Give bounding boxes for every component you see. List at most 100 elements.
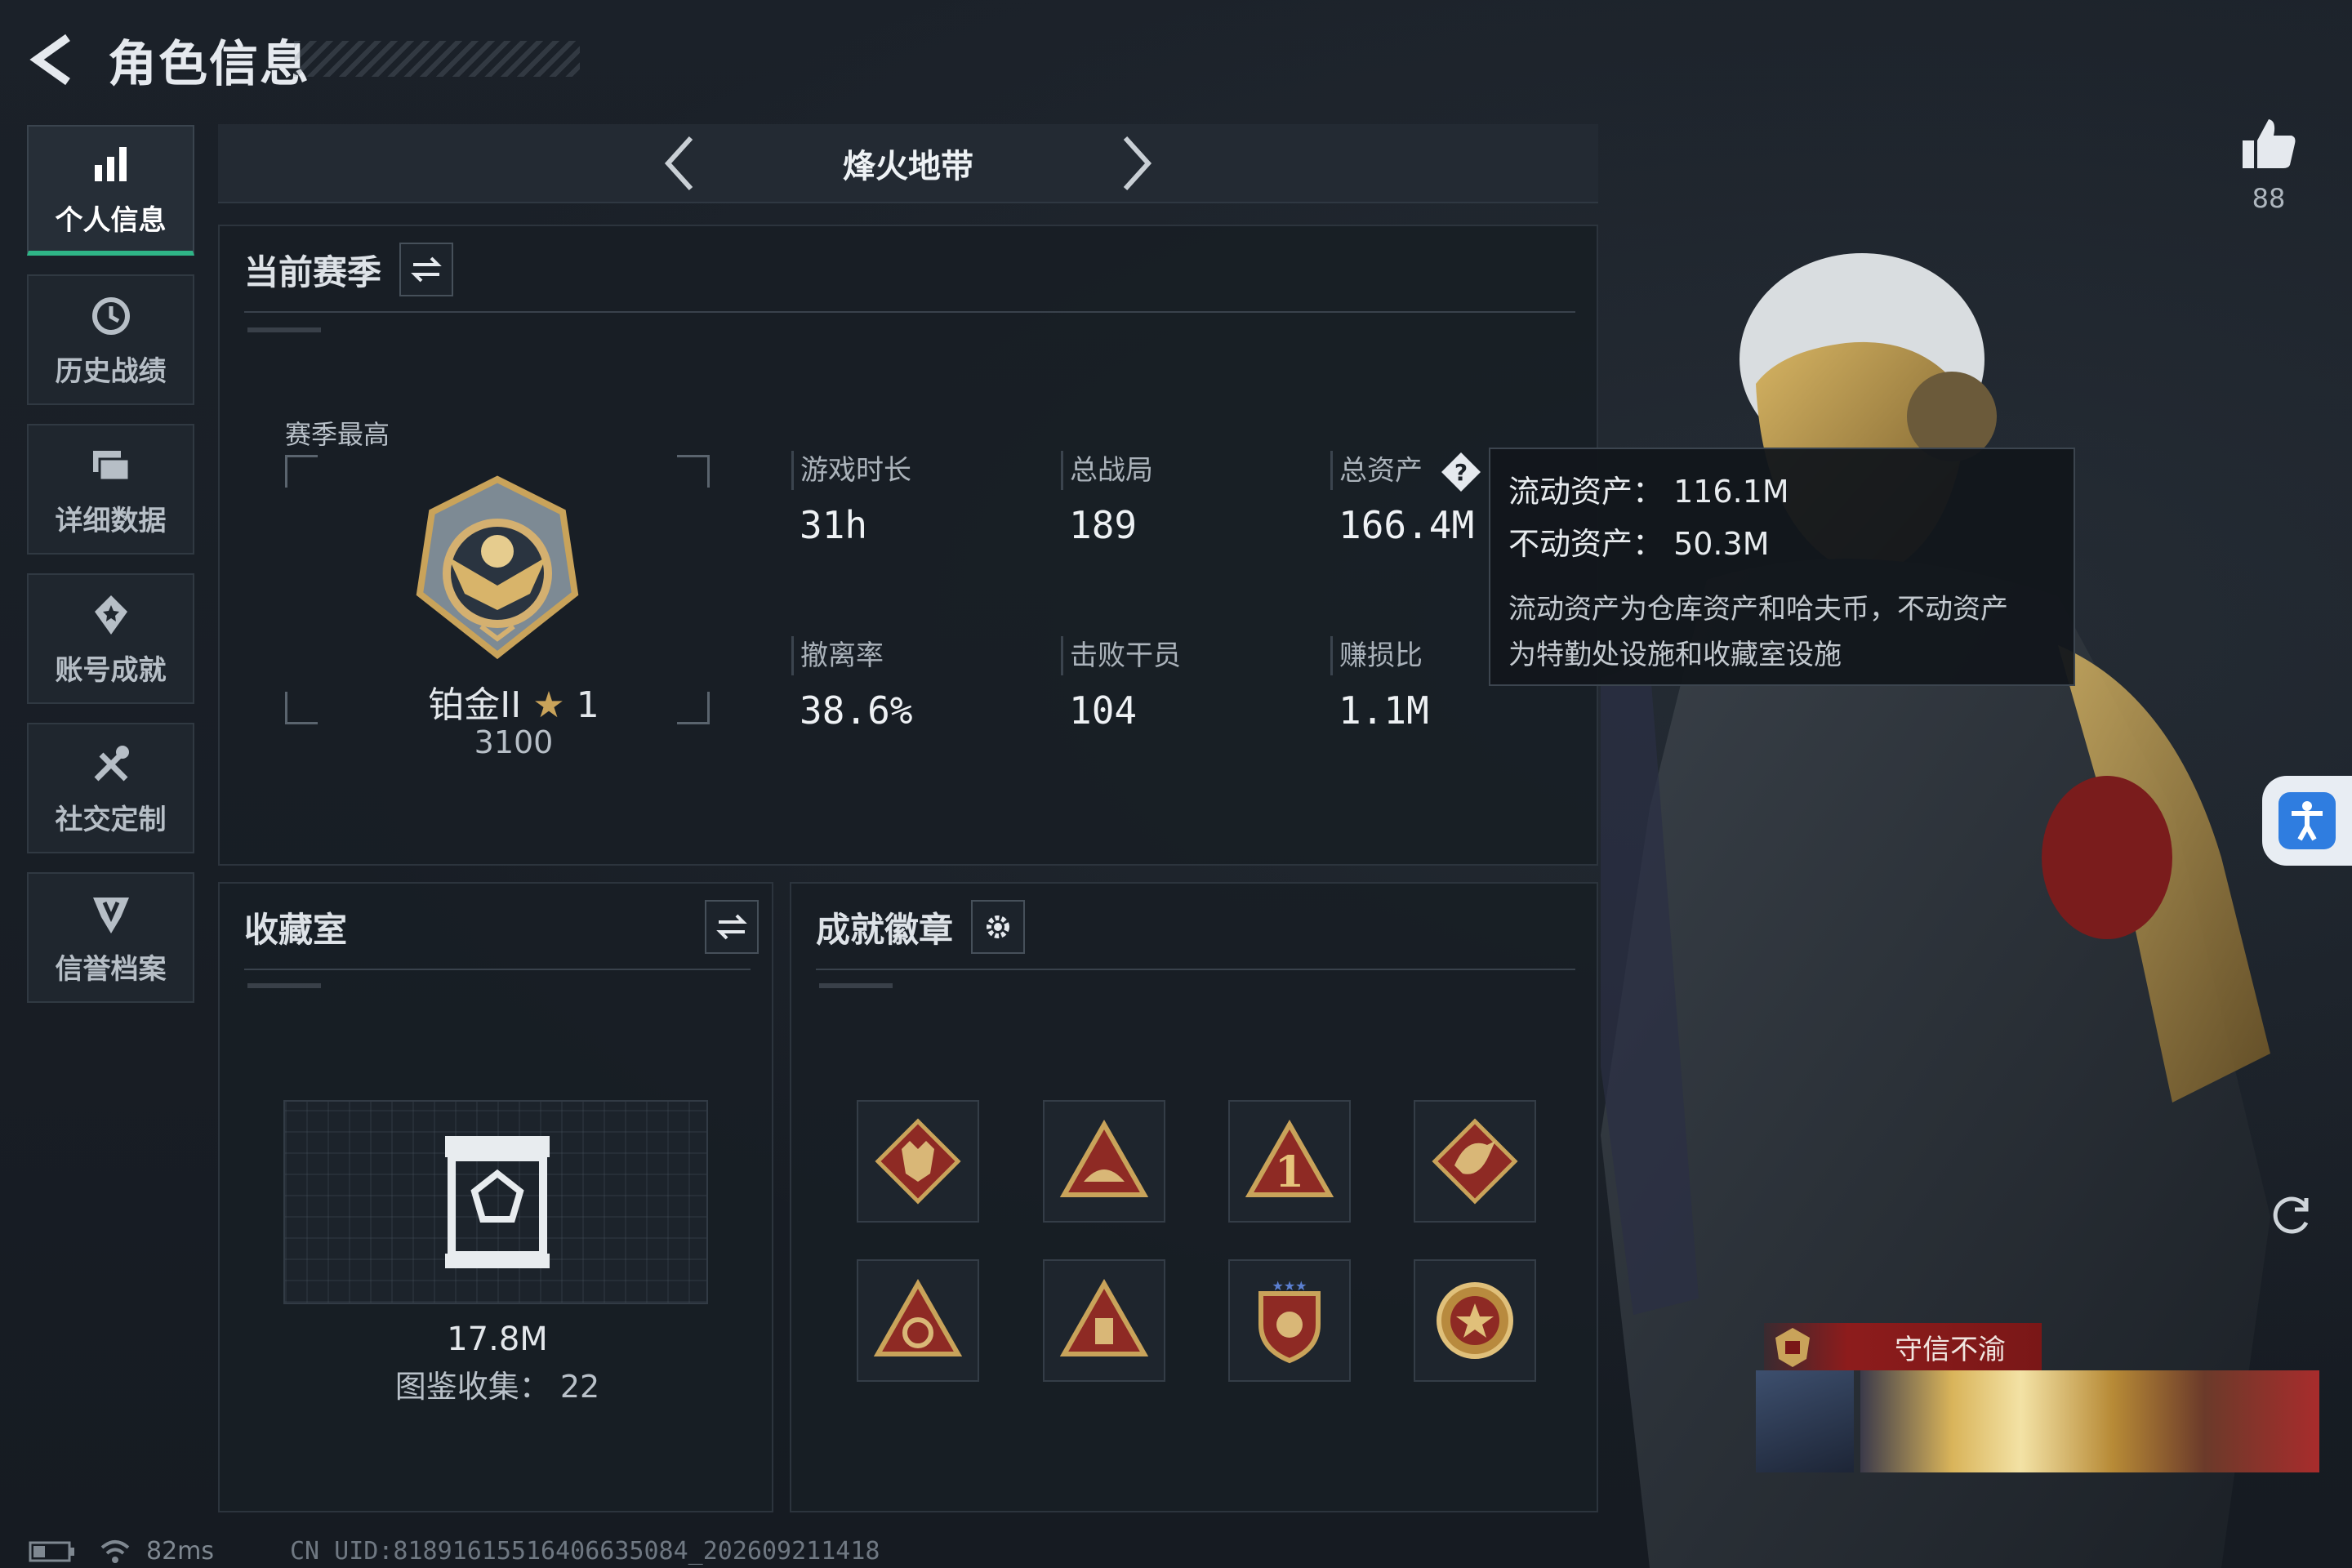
status-bar: 82ms — [29, 1537, 214, 1566]
cards-icon — [92, 450, 130, 481]
tooltip-liquid-assets: 流动资产： 116.1M — [1508, 474, 1789, 510]
rank-name: 铂金II ★ 1 — [383, 675, 644, 728]
rotate-button[interactable] — [2265, 1188, 2318, 1241]
badge-first-place[interactable]: 1 — [1228, 1100, 1351, 1223]
rotate-icon — [2273, 1196, 2309, 1234]
stat-value: 104 — [1069, 688, 1138, 733]
thumbs-up-icon — [2243, 119, 2296, 168]
honor-title-text: 守信不渝 — [1895, 1333, 2006, 1366]
next-mode-button[interactable] — [1112, 127, 1161, 200]
collection-panel: 收藏室 17.8M 图鉴收集： 22 — [218, 882, 773, 1512]
achievement-icon — [94, 595, 127, 635]
swap-icon — [411, 256, 442, 283]
mode-selector: 烽火地带 — [218, 124, 1598, 203]
honor-title-banner: 守信不渝 — [1764, 1323, 2042, 1370]
divider — [816, 969, 1575, 970]
stat-value: 38.6% — [800, 688, 913, 733]
badge-triangle-helmet[interactable] — [1043, 1100, 1165, 1223]
season-switch-button[interactable] — [399, 243, 454, 296]
tooltip-description-line: 为特勤处设施和收藏室设施 — [1508, 639, 1842, 671]
season-title: 当前赛季 — [244, 252, 382, 292]
badges-title: 成就徽章 — [816, 909, 954, 950]
star-medal-badge-icon — [1437, 1282, 1513, 1359]
prev-mode-button[interactable] — [655, 127, 704, 200]
sidebar-item-credit[interactable]: 信誉档案 — [27, 872, 194, 1003]
badge-shield-stars[interactable]: ★★★ — [1228, 1259, 1351, 1382]
back-arrow-icon[interactable] — [24, 31, 82, 88]
badge-tower[interactable] — [1043, 1259, 1165, 1382]
sidebar-item-label: 详细数据 — [55, 504, 167, 537]
collection-panel-header: 收藏室 — [244, 900, 759, 954]
accessibility-icon — [2278, 792, 2336, 849]
svg-text:1: 1 — [1275, 1147, 1304, 1197]
decorative-text — [247, 327, 321, 332]
sidebar-item-social[interactable]: 社交定制 — [27, 723, 194, 853]
svg-text:?: ? — [1454, 459, 1468, 486]
rank-name-text: 铂金II — [428, 684, 522, 726]
stat-value: 189 — [1069, 503, 1138, 547]
badges-panel-header: 成就徽章 — [816, 900, 1026, 954]
badge-emblem[interactable] — [857, 1259, 979, 1382]
sidebar-item-label: 个人信息 — [55, 203, 167, 237]
platinum-rank-emblem-icon — [416, 475, 579, 660]
stat-extraction-rate: 撤离率 38.6% — [791, 636, 1036, 733]
divider — [244, 311, 1575, 313]
bar-chart-icon — [94, 146, 127, 181]
stat-value: 1.1M — [1339, 688, 1429, 733]
mode-title: 烽火地带 — [843, 147, 973, 185]
stat-kills: 击败干员 104 — [1061, 636, 1306, 733]
wolf-badge-icon — [875, 1118, 961, 1205]
battery-icon — [29, 1541, 74, 1561]
badge-star-medal[interactable] — [1414, 1259, 1536, 1382]
name-card-banner[interactable] — [1860, 1370, 2319, 1472]
divider — [244, 969, 751, 970]
like-count: 88 — [2252, 183, 2286, 214]
avatar[interactable] — [1756, 1370, 1854, 1472]
wifi-icon — [100, 1539, 130, 1563]
display-case-icon — [445, 1136, 550, 1268]
collection-display[interactable] — [283, 1100, 708, 1304]
stat-play-time: 游戏时长 31h — [791, 451, 1036, 547]
collection-switch-button[interactable] — [705, 900, 759, 954]
collection-count: 图鉴收集： 22 — [394, 1369, 600, 1405]
asset-tooltip: 流动资产： 116.1M 不动资产： 50.3M 流动资产为仓库资产和哈夫币，不… — [1489, 448, 2075, 686]
sidebar-item-label: 信誉档案 — [55, 952, 167, 986]
stat-label: 总战局 — [1061, 451, 1306, 490]
triangle-badge-icon — [1059, 1119, 1149, 1197]
stat-label-text: 总资产 — [1339, 454, 1423, 488]
emblem-badge-icon — [873, 1278, 963, 1356]
collection-value: 17.8M — [447, 1321, 548, 1358]
like-button[interactable]: 88 — [2236, 114, 2301, 214]
sidebar-item-details[interactable]: 详细数据 — [27, 424, 194, 555]
badges-settings-button[interactable] — [971, 900, 1026, 954]
tools-icon — [94, 745, 129, 781]
star-icon: ★ — [532, 684, 565, 726]
collection-title: 收藏室 — [244, 909, 348, 950]
sidebar-item-achievements[interactable]: 账号成就 — [27, 573, 194, 704]
badge-wolf[interactable] — [857, 1100, 979, 1223]
honor-emblem-icon — [1775, 1328, 1810, 1367]
decorative-text — [247, 983, 321, 988]
rank-stars: 1 — [576, 684, 599, 726]
stat-label: 撤离率 — [791, 636, 1036, 675]
sidebar-item-label: 社交定制 — [55, 803, 167, 836]
page-title: 角色信息 — [108, 35, 310, 93]
svg-text:★★★: ★★★ — [1272, 1278, 1307, 1294]
accessibility-button[interactable] — [2262, 776, 2352, 866]
sidebar-item-history[interactable]: 历史战绩 — [27, 274, 194, 405]
season-panel-header: 当前赛季 — [244, 243, 454, 296]
first-place-badge-icon: 1 — [1245, 1119, 1334, 1197]
tooltip-description-line: 流动资产为仓库资产和哈夫币，不动资产 — [1508, 593, 2008, 626]
stat-total-matches: 总战局 189 — [1061, 451, 1306, 547]
chevron-right-icon — [1123, 136, 1152, 190]
stat-value: 31h — [800, 503, 868, 547]
sidebar-item-personal-info[interactable]: 个人信息 — [27, 125, 194, 256]
frame-corner — [677, 692, 710, 724]
badge-dragon[interactable] — [1414, 1100, 1536, 1223]
season-best-label: 赛季最高 — [285, 419, 390, 450]
stat-label: 击败干员 — [1061, 636, 1306, 675]
chevron-left-icon — [664, 136, 693, 190]
tooltip-fixed-assets: 不动资产： 50.3M — [1508, 526, 1770, 562]
ping-text: 82ms — [146, 1537, 215, 1566]
help-icon[interactable]: ? — [1440, 451, 1482, 493]
